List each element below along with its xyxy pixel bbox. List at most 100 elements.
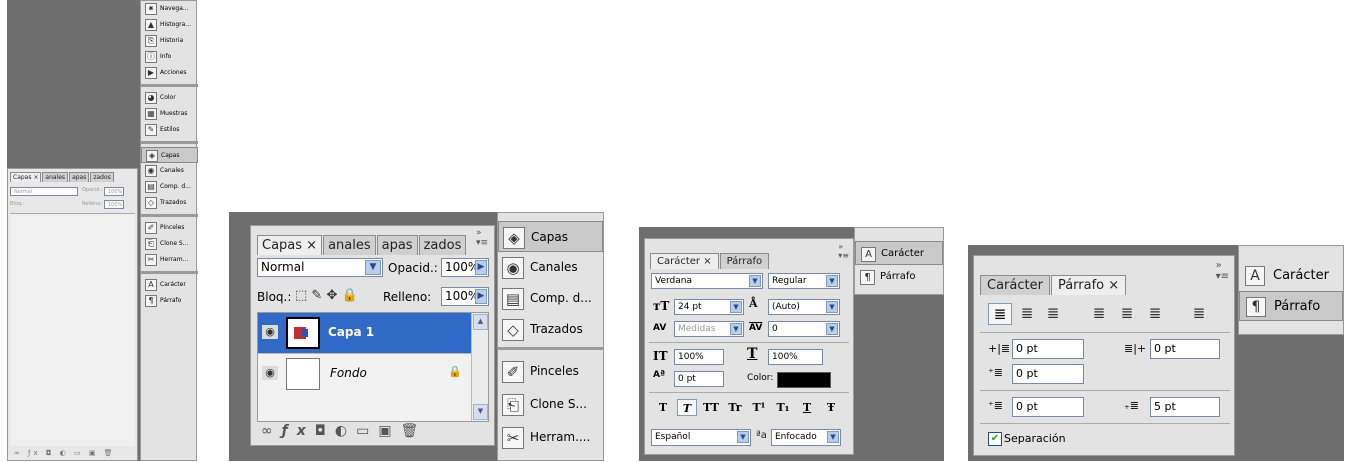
- dock-item-color[interactable]: ◕ Color: [141, 90, 198, 106]
- indent-left-field[interactable]: 0 pt: [1012, 339, 1084, 359]
- tab-canales[interactable]: anales: [323, 235, 376, 255]
- dock-item-historia[interactable]: ⎘ Historia: [141, 33, 198, 49]
- tab-comps[interactable]: zados: [90, 172, 114, 182]
- dock-item-pinceles[interactable]: ✐ Pinceles: [141, 220, 198, 236]
- font-family-select[interactable]: Verdana ▼: [651, 273, 763, 289]
- scrollbar[interactable]: ▲ ▼: [471, 313, 488, 421]
- indent-right-field[interactable]: 0 pt: [1150, 339, 1220, 359]
- tab-parrafo[interactable]: Párrafo: [719, 253, 770, 269]
- tab-comps[interactable]: zados: [418, 235, 467, 255]
- panel-options-menu-icon[interactable]: » ▾≡: [838, 242, 849, 260]
- dock-item-párrafo[interactable]: ¶ Párrafo: [1239, 291, 1343, 321]
- align-right-icon[interactable]: ≣: [1042, 303, 1064, 323]
- dock-item-comp-d[interactable]: ▤ Comp. d...: [141, 179, 198, 195]
- tab-trazados[interactable]: apas: [69, 172, 90, 182]
- baseline-shift-field[interactable]: 0 pt: [674, 371, 724, 387]
- scroll-up-icon[interactable]: ▲: [473, 314, 488, 330]
- dock-item-carácter[interactable]: A Carácter: [1239, 261, 1343, 291]
- text-style-button[interactable]: T₁: [773, 399, 793, 416]
- text-style-button[interactable]: T¹: [749, 399, 769, 416]
- antialias-select[interactable]: Enfocado ▼: [771, 429, 841, 446]
- vertical-scale-field[interactable]: 100%: [674, 349, 724, 365]
- dock-item-herram[interactable]: ✂ Herram....: [498, 421, 603, 454]
- language-select[interactable]: Español ▼: [651, 429, 751, 446]
- dock-item-clone-s[interactable]: ⎗ Clone S...: [141, 236, 198, 252]
- dock-item-capas[interactable]: ◈ Capas: [498, 221, 603, 252]
- dock-item-trazados[interactable]: ◇ Trazados: [498, 314, 603, 345]
- panel-options-menu-icon[interactable]: » ▾≡: [476, 228, 488, 248]
- font-size-field[interactable]: 24 pt ▼: [674, 299, 744, 315]
- visibility-eye-icon[interactable]: ◉: [262, 366, 278, 380]
- indent-first-line-field[interactable]: 0 pt: [1012, 364, 1084, 384]
- justify-last-right-icon[interactable]: ≣: [1144, 303, 1166, 323]
- dock-item-histogra[interactable]: ▲ Histogra...: [141, 17, 198, 33]
- dock-item-carácter[interactable]: A Carácter: [141, 277, 198, 293]
- layer-comps-icon: ▤: [145, 181, 157, 193]
- font-family-value: Verdana: [655, 276, 692, 286]
- panel-options-menu-icon[interactable]: » ▾≡: [1216, 260, 1229, 282]
- dock-item-párrafo[interactable]: ¶ Párrafo: [855, 265, 943, 289]
- tab-parrafo[interactable]: Párrafo ×: [1050, 275, 1127, 295]
- layer-row[interactable]: ◉ Capa 1: [258, 313, 472, 353]
- leading-field[interactable]: (Auto) ▼: [768, 299, 840, 315]
- fill-field[interactable]: 100% ▶: [441, 287, 489, 306]
- dock-item-acciones[interactable]: ▶ Acciones: [141, 65, 198, 81]
- justify-last-left-icon[interactable]: ≣: [1088, 303, 1110, 323]
- scroll-down-icon[interactable]: ▼: [473, 404, 488, 420]
- horizontal-scale-field[interactable]: 100%: [768, 349, 823, 365]
- dock-item-canales[interactable]: ◉ Canales: [141, 163, 198, 179]
- dock-item-comp-d[interactable]: ▤ Comp. d...: [498, 283, 603, 314]
- justify-all-icon[interactable]: ≣: [1188, 303, 1210, 323]
- dock-item-herram[interactable]: ✂ Herram...: [141, 252, 198, 268]
- dock-item-pinceles[interactable]: ✐ Pinceles: [498, 355, 603, 388]
- layer-name[interactable]: Fondo: [330, 366, 367, 380]
- font-style-select[interactable]: Regular ▼: [768, 273, 840, 289]
- tab-capas[interactable]: Capas ×: [257, 235, 323, 255]
- tab-canales[interactable]: anales: [42, 172, 69, 182]
- dock-item-info[interactable]: ⓘ Info: [141, 49, 198, 65]
- color-swatch[interactable]: [777, 372, 831, 388]
- dock-item-canales[interactable]: ◉ Canales: [498, 252, 603, 283]
- text-style-button[interactable]: TT: [701, 399, 721, 416]
- text-style-button[interactable]: T: [653, 399, 673, 416]
- blend-mode-select[interactable]: Normal ▼: [257, 258, 383, 277]
- lock-icons[interactable]: ⬚ ✎ ✥ 🔒: [295, 288, 358, 303]
- tab-capas[interactable]: Capas ×: [10, 172, 42, 182]
- align-center-icon[interactable]: ≣: [1016, 303, 1038, 323]
- layers-footer-icons[interactable]: ∞ƒx◘◐▭▣🗑: [261, 423, 427, 439]
- tab-caracter[interactable]: Carácter ×: [650, 253, 719, 269]
- align-left-icon[interactable]: ≣: [988, 303, 1012, 325]
- opacity-field[interactable]: 100% ▶: [441, 258, 489, 277]
- chevron-down-icon: ▼: [827, 431, 839, 443]
- space-after-field[interactable]: 5 pt: [1150, 397, 1220, 417]
- kerning-value: Medidas: [678, 324, 716, 334]
- chevron-down-icon: ▼: [730, 323, 742, 335]
- blend-mode-select[interactable]: Normal: [10, 187, 78, 196]
- visibility-eye-icon[interactable]: ◉: [262, 325, 278, 339]
- space-before-field[interactable]: 0 pt: [1012, 397, 1084, 417]
- text-style-button[interactable]: T: [797, 399, 817, 416]
- text-style-button[interactable]: T: [677, 399, 697, 416]
- dock-item-carácter[interactable]: A Carácter: [855, 241, 943, 265]
- dock-item-trazados[interactable]: ◇ Trazados: [141, 195, 198, 211]
- slider-arrow-icon[interactable]: ▶: [475, 289, 487, 304]
- dock-item-párrafo[interactable]: ¶ Párrafo: [141, 293, 198, 309]
- dock-item-clone-s[interactable]: ⎗ Clone S...: [498, 388, 603, 421]
- dock-item-capas[interactable]: ◈ Capas: [141, 147, 198, 163]
- kerning-field[interactable]: Medidas ▼: [674, 321, 744, 337]
- hyphenation-checkbox[interactable]: ✔: [988, 432, 1002, 446]
- dock-item-navega[interactable]: ✷ Navega...: [141, 1, 198, 17]
- fill-field[interactable]: 100%: [104, 200, 124, 209]
- layer-row[interactable]: ◉ Fondo 🔒: [258, 353, 472, 394]
- text-style-button[interactable]: Ŧ: [821, 399, 841, 416]
- text-style-button[interactable]: Tr: [725, 399, 745, 416]
- tracking-field[interactable]: 0 ▼: [768, 321, 840, 337]
- tab-caracter[interactable]: Carácter: [980, 275, 1050, 295]
- dock-item-estilos[interactable]: ✎ Estilos: [141, 122, 198, 138]
- tab-trazados[interactable]: apas: [376, 235, 418, 255]
- opacity-field[interactable]: 100%: [104, 187, 124, 196]
- slider-arrow-icon[interactable]: ▶: [475, 260, 487, 275]
- dock-item-muestras[interactable]: ▦ Muestras: [141, 106, 198, 122]
- justify-last-center-icon[interactable]: ≣: [1116, 303, 1138, 323]
- layer-name[interactable]: Capa 1: [328, 325, 374, 339]
